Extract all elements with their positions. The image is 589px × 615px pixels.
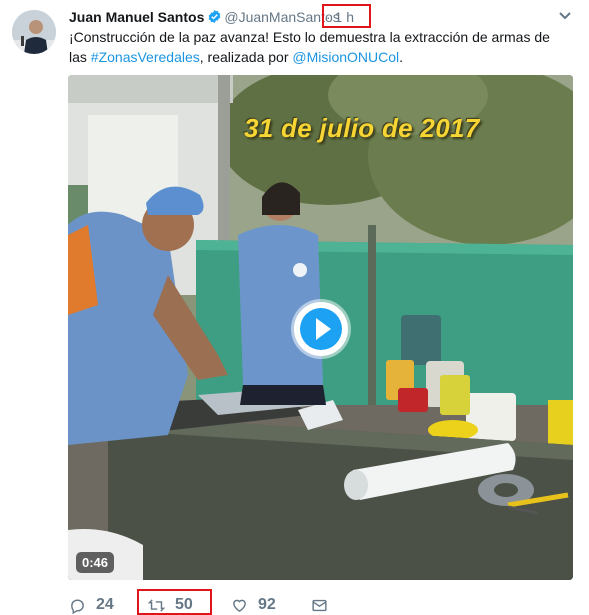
play-icon xyxy=(296,304,346,354)
like-icon xyxy=(233,599,246,612)
tweet-header: Juan Manuel Santos @JuanManSantos xyxy=(69,8,340,28)
tweet-text: ¡Construcción de la paz avanza! Esto lo … xyxy=(69,27,559,67)
tweet-text-part-2: , realizada por xyxy=(199,49,293,65)
author-name[interactable]: Juan Manuel Santos xyxy=(69,9,204,25)
time-highlight-box xyxy=(322,4,371,28)
hashtag-link[interactable]: #ZonasVeredales xyxy=(91,49,200,65)
video-duration: 0:46 xyxy=(76,552,115,573)
tweet-text-part-3: . xyxy=(399,49,404,65)
caret-down-icon[interactable] xyxy=(558,10,572,22)
video-date-overlay: 31 de julio de 2017 xyxy=(244,113,480,143)
play-button[interactable] xyxy=(294,302,348,356)
direct-message-button[interactable] xyxy=(311,595,328,615)
like-button[interactable]: 92 xyxy=(231,595,276,615)
dm-icon xyxy=(312,599,327,611)
like-count: 92 xyxy=(258,596,276,613)
mention-link[interactable]: @MisionONUCol xyxy=(292,49,399,65)
reply-icon xyxy=(71,598,84,614)
reply-button[interactable]: 24 xyxy=(69,595,114,615)
verified-icon xyxy=(209,9,221,24)
retweet-highlight-box xyxy=(137,589,212,615)
avatar[interactable] xyxy=(12,10,56,54)
tweet: Juan Manuel Santos @JuanManSantos · 1 h ¡… xyxy=(0,0,589,615)
reply-count: 24 xyxy=(96,596,114,613)
